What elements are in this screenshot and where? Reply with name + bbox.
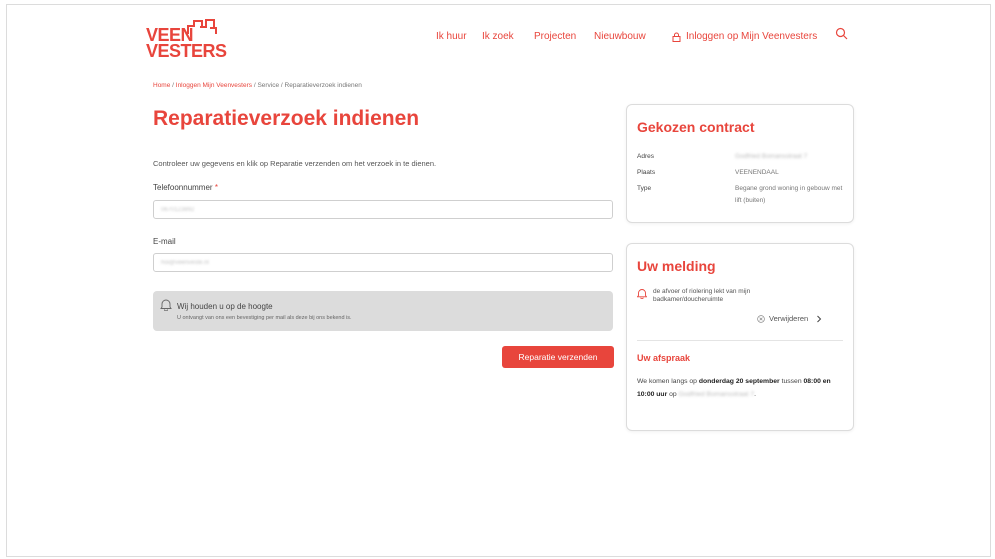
- bell-icon: [160, 299, 172, 311]
- contract-type-label: Type: [637, 185, 652, 192]
- login-link[interactable]: Inloggen op Mijn Veenvesters: [672, 31, 817, 42]
- phone-label: Telefoonnummer *: [153, 183, 218, 192]
- nav-nieuwbouw[interactable]: Nieuwbouw: [594, 31, 646, 42]
- phone-label-text: Telefoonnummer: [153, 183, 213, 192]
- phone-input[interactable]: 0670123892: [153, 200, 613, 219]
- contract-card: Gekozen contract Adres Godfried Bomansst…: [626, 104, 854, 223]
- breadcrumb-home[interactable]: Home: [153, 82, 170, 89]
- email-input[interactable]: hoi@veenveste.nl: [153, 253, 613, 272]
- afspraak-text: We komen langs op donderdag 20 september…: [637, 375, 837, 401]
- intro-text: Controleer uw gegevens en klik op Repara…: [153, 159, 437, 168]
- breadcrumb-service[interactable]: Service: [257, 82, 279, 89]
- afspraak-text-part: .: [754, 391, 757, 398]
- notification-notice: Wij houden u op de hoogte U ontvangt van…: [153, 291, 613, 331]
- nav-projecten[interactable]: Projecten: [534, 31, 576, 42]
- email-label: E-mail: [153, 237, 176, 246]
- afspraak-text-part: tussen: [779, 378, 804, 385]
- remove-label: Verwijderen: [769, 314, 809, 323]
- card-divider: [637, 340, 843, 341]
- afspraak-text-part: op: [667, 391, 679, 398]
- nav-ik-zoek[interactable]: Ik zoek: [482, 31, 514, 42]
- contract-city-value: VEENENDAAL: [735, 169, 779, 176]
- melding-item: de afvoer of riolering lekt van mijn bad…: [637, 288, 783, 304]
- close-circle-icon: [757, 314, 765, 323]
- notice-text: U ontvangt van ons een bevestiging per m…: [177, 315, 352, 321]
- phone-value: 0670123892: [161, 207, 195, 213]
- breadcrumb: Home / Inloggen Mijn Veenvesters / Servi…: [153, 82, 362, 89]
- melding-card: Uw melding de afvoer of riolering lekt v…: [626, 243, 854, 431]
- breadcrumb-current: Reparatieverzoek indienen: [284, 82, 362, 89]
- submit-repair-button[interactable]: Reparatie verzenden: [502, 346, 614, 368]
- email-value: hoi@veenveste.nl: [161, 260, 209, 266]
- logo-text-vesters: VESTERS: [146, 41, 227, 61]
- notice-title: Wij houden u op de hoogte: [177, 302, 273, 311]
- contract-city-label: Plaats: [637, 169, 656, 176]
- nav-ik-huur[interactable]: Ik huur: [436, 31, 467, 42]
- search-icon: [835, 27, 848, 40]
- afspraak-text-part: We komen langs op: [637, 378, 699, 385]
- contract-address-label: Adres: [637, 153, 654, 160]
- page-title: Reparatieverzoek indienen: [153, 107, 420, 130]
- melding-text: de afvoer of riolering lekt van mijn bad…: [653, 288, 751, 303]
- contract-title: Gekozen contract: [637, 119, 755, 135]
- contract-type-value: Begane grond woning in gebouw met lift (…: [735, 185, 843, 204]
- afspraak-address: Godfried Bomansstraat 7: [678, 391, 755, 398]
- afspraak-title: Uw afspraak: [637, 353, 691, 363]
- login-label: Inloggen op Mijn Veenvesters: [686, 31, 818, 42]
- bell-icon: [637, 289, 647, 299]
- veenvesters-logo[interactable]: VEEN VESTERS: [146, 18, 227, 62]
- breadcrumb-login[interactable]: Inloggen Mijn Veenvesters: [176, 82, 252, 89]
- afspraak-date: donderdag 20 september: [698, 378, 780, 385]
- melding-title: Uw melding: [637, 258, 716, 274]
- search-button[interactable]: [835, 27, 848, 45]
- chevron-right-icon: [817, 315, 822, 322]
- remove-melding-button[interactable]: Verwijderen: [757, 314, 822, 323]
- lock-icon: [672, 32, 681, 42]
- contract-address-value: Godfried Bomansstraat 7: [735, 153, 808, 160]
- required-marker: *: [214, 183, 218, 192]
